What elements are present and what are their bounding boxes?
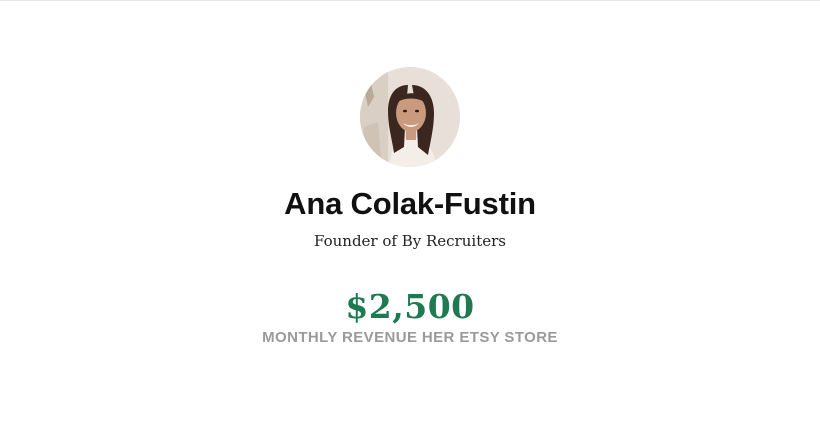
page: Ana Colak-Fustin Founder of By Recruiter… [0, 0, 820, 430]
revenue-value: $2,500 [345, 287, 475, 326]
profile-role: Founder of By Recruiters [314, 232, 506, 250]
avatar [360, 67, 460, 167]
revenue-label: MONTHLY REVENUE HER ETSY STORE [262, 329, 558, 346]
profile-card: Ana Colak-Fustin Founder of By Recruiter… [0, 1, 820, 348]
profile-name: Ana Colak-Fustin [284, 186, 536, 221]
person-photo-icon [360, 67, 460, 167]
